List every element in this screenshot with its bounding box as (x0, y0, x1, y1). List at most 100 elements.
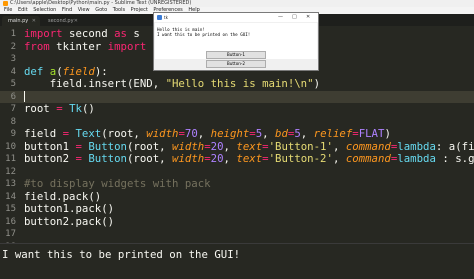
code-token: #to display widgets with pack (24, 177, 211, 190)
menu-tools[interactable]: Tools (113, 7, 125, 13)
sublime-app-icon (3, 1, 8, 6)
code-token: lambda (397, 152, 436, 165)
code-token: FLAT (358, 127, 385, 140)
code-token: width (146, 127, 179, 140)
line-number: 15 (5, 204, 16, 214)
menu-project[interactable]: Project (131, 7, 148, 13)
code-token: ) (384, 127, 391, 140)
code-token: (root, (101, 127, 147, 140)
code-token: button1.pack() (24, 202, 115, 215)
code-line[interactable]: from tkinter import * (24, 39, 159, 54)
code-token: , (262, 127, 276, 140)
code-token: , (223, 152, 237, 165)
code-token: lambda (397, 139, 436, 153)
code-token: Text (75, 127, 102, 140)
close-icon[interactable]: ✕ (32, 16, 36, 26)
code-token: height (210, 127, 250, 140)
close-icon[interactable]: ✕ (306, 13, 310, 22)
code-token: 20 (210, 139, 224, 153)
line-number: 9 (10, 129, 16, 139)
tk-window-title: tk (164, 15, 168, 20)
line-number: 11 (5, 154, 16, 164)
code-token: command (345, 152, 391, 165)
maximize-icon[interactable]: □ (292, 13, 297, 22)
close-icon[interactable]: ✕ (74, 16, 78, 26)
window-title: C:\Users\apple\Desktop\Python\main.py - … (10, 0, 192, 6)
code-token: as (114, 27, 127, 40)
code-token: (root, (126, 152, 173, 165)
code-token: import (24, 27, 63, 40)
line-number: 6 (10, 91, 16, 102)
menu-goto[interactable]: Goto (95, 7, 107, 13)
code-token: field (24, 127, 63, 140)
code-token: text (236, 152, 263, 165)
tab-label: main.py (8, 18, 29, 24)
code-token: 20 (210, 152, 224, 165)
code-token: root (24, 102, 57, 115)
code-token: field (62, 64, 95, 78)
line-number: 2 (10, 41, 16, 52)
tk-text-line: I want this to be printed on the GUI! (157, 32, 251, 37)
line-number: 14 (5, 191, 16, 202)
code-token: , (332, 152, 346, 165)
code-token: s (126, 27, 140, 40)
line-number: 8 (10, 116, 16, 127)
tab-label: second.py (48, 18, 74, 24)
tk-app-window: tk — □ ✕ Hello this is main! I want this… (153, 12, 319, 71)
menu-view[interactable]: View (78, 7, 90, 13)
code-token: : a(field)) (435, 139, 474, 153)
line-number: 4 (10, 66, 16, 77)
title-bar: C:\Users\apple\Desktop\Python\main.py - … (0, 0, 474, 7)
text-cursor (24, 90, 25, 102)
line-number: 7 (10, 104, 16, 114)
code-token: button2.pack() (24, 214, 115, 228)
code-token: (root, (126, 139, 173, 153)
tk-title-bar: tk — □ ✕ (154, 13, 318, 22)
menu-find[interactable]: Find (62, 7, 72, 13)
code-token: command (345, 139, 391, 153)
code-token: ) (313, 77, 320, 90)
code-token: width (172, 152, 205, 165)
line-number: 13 (5, 179, 16, 189)
tk-feather-icon (157, 15, 162, 20)
code-token: , (332, 139, 346, 153)
tab-main-py[interactable]: main.py ✕ (2, 16, 40, 26)
line-number: 1 (10, 29, 16, 39)
code-line[interactable]: button2.pack() (24, 214, 115, 229)
line-number: 5 (10, 79, 16, 89)
code-line[interactable]: root = Tk() (24, 102, 95, 116)
tab-second-py[interactable]: second.py ✕ (42, 16, 82, 26)
code-token: 'Button-2' (268, 152, 333, 165)
code-token: "Hello this is main!\n" (165, 77, 314, 90)
line-number: 3 (10, 54, 16, 64)
code-token: button2 (24, 152, 76, 165)
code-token: bd (275, 127, 288, 140)
code-token: import (107, 39, 147, 53)
code-token: Button (88, 139, 127, 153)
line-number: 17 (5, 229, 16, 239)
code-token: Tk (69, 102, 82, 115)
code-token: tkinter (49, 39, 108, 53)
code-token: button1 (24, 139, 76, 153)
line-number: 12 (5, 166, 16, 177)
code-token: relief (313, 127, 353, 140)
code-token: Button (88, 152, 127, 165)
menu-file[interactable]: File (4, 7, 12, 13)
code-token: , (197, 127, 211, 140)
code-token: , (223, 139, 237, 153)
menu-selection[interactable]: Selection (33, 7, 56, 13)
menu-edit[interactable]: Edit (18, 7, 28, 13)
code-token: field.insert(END, (24, 77, 166, 90)
button-2[interactable]: Button-2 (206, 60, 266, 68)
line-number: 10 (5, 141, 16, 152)
code-token: width (172, 139, 205, 153)
code-token: ): (94, 64, 108, 78)
minimize-icon[interactable]: — (278, 13, 283, 22)
code-token: field.pack() (24, 189, 102, 203)
button-1[interactable]: Button-1 (206, 51, 266, 59)
code-line[interactable]: field.insert(END, "Hello this is main!\n… (24, 77, 320, 91)
code-token: 'Button-1' (268, 139, 333, 153)
code-line[interactable]: button2 = Button(root, width=20, text='B… (24, 152, 474, 166)
code-token: 70 (184, 127, 198, 140)
code-token: second (62, 27, 115, 40)
